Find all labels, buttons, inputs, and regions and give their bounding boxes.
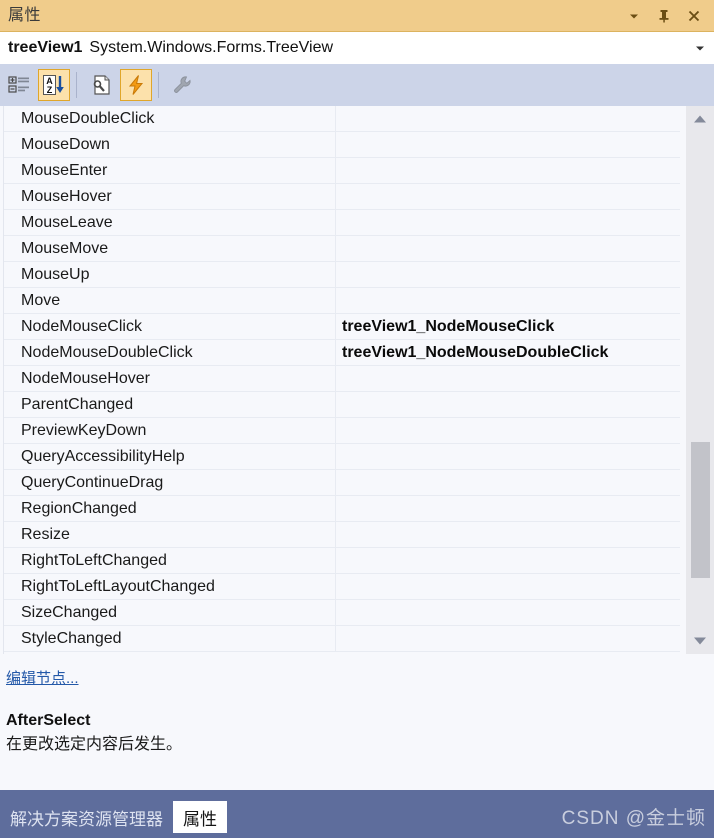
table-row[interactable]: QueryAccessibilityHelp bbox=[4, 444, 680, 470]
event-name-cell[interactable]: QueryAccessibilityHelp bbox=[4, 448, 335, 466]
event-name-cell[interactable]: MouseMove bbox=[4, 240, 335, 258]
properties-panel: 属性 treeView1 System.Windows.Forms.TreeVi… bbox=[0, 0, 714, 838]
event-handler-cell[interactable] bbox=[335, 132, 680, 157]
table-row[interactable]: RightToLeftLayoutChanged bbox=[4, 574, 680, 600]
event-handler-cell[interactable] bbox=[335, 522, 680, 547]
table-row[interactable]: MouseUp bbox=[4, 262, 680, 288]
close-icon[interactable] bbox=[680, 3, 708, 29]
svg-text:Z: Z bbox=[47, 85, 53, 95]
watermark: CSDN @金士顿 bbox=[561, 808, 706, 829]
event-handler-cell[interactable] bbox=[335, 470, 680, 495]
event-name-cell[interactable]: PreviewKeyDown bbox=[4, 422, 335, 440]
event-name-cell[interactable]: MouseDown bbox=[4, 136, 335, 154]
table-row[interactable]: NodeMouseHover bbox=[4, 366, 680, 392]
event-name-cell[interactable]: Resize bbox=[4, 526, 335, 544]
event-name-cell[interactable]: StyleChanged bbox=[4, 630, 335, 648]
event-handler-cell[interactable] bbox=[335, 236, 680, 261]
event-name-cell[interactable]: MouseHover bbox=[4, 188, 335, 206]
table-row[interactable]: MouseLeave bbox=[4, 210, 680, 236]
event-handler-cell[interactable] bbox=[335, 392, 680, 417]
description-body: 在更改选定内容后发生。 bbox=[6, 736, 183, 753]
object-type: System.Windows.Forms.TreeView bbox=[89, 38, 334, 56]
table-row[interactable]: PreviewKeyDown bbox=[4, 418, 680, 444]
categorized-icon[interactable] bbox=[3, 69, 35, 101]
event-handler-cell[interactable]: treeView1_NodeMouseDoubleClick bbox=[335, 340, 680, 365]
edit-nodes-link[interactable]: 编辑节点... bbox=[6, 667, 79, 688]
event-name-cell[interactable]: MouseUp bbox=[4, 266, 335, 284]
event-handler-cell[interactable] bbox=[335, 288, 680, 313]
event-name-cell[interactable]: RightToLeftChanged bbox=[4, 552, 335, 570]
wrench-icon[interactable] bbox=[167, 69, 199, 101]
event-name-cell[interactable]: NodeMouseClick bbox=[4, 318, 335, 336]
event-name-cell[interactable]: MouseDoubleClick bbox=[4, 110, 335, 128]
events-lightning-icon[interactable] bbox=[120, 69, 152, 101]
event-name-cell[interactable]: SizeChanged bbox=[4, 604, 335, 622]
event-handler-cell[interactable] bbox=[335, 210, 680, 235]
event-handler-cell[interactable] bbox=[335, 158, 680, 183]
event-handler-cell[interactable] bbox=[335, 366, 680, 391]
pin-icon[interactable] bbox=[650, 3, 678, 29]
event-handler-cell[interactable] bbox=[335, 262, 680, 287]
table-row[interactable]: Move bbox=[4, 288, 680, 314]
event-handler-cell[interactable] bbox=[335, 184, 680, 209]
object-name: treeView1 bbox=[8, 38, 83, 56]
toolbar-separator bbox=[76, 72, 77, 98]
table-row[interactable]: MouseEnter bbox=[4, 158, 680, 184]
triangle-down-icon[interactable] bbox=[686, 630, 714, 652]
dock-tab-bar: 解决方案资源管理器 属性 CSDN @金士顿 bbox=[0, 790, 714, 838]
description-title: AfterSelect bbox=[6, 712, 91, 729]
table-row[interactable]: StyleChanged bbox=[4, 626, 680, 652]
object-selector[interactable]: treeView1 System.Windows.Forms.TreeView bbox=[0, 32, 714, 64]
chevron-down-icon[interactable] bbox=[620, 3, 648, 29]
event-handler-cell[interactable] bbox=[335, 418, 680, 443]
events-grid: MouseDoubleClick MouseDown MouseEnter Mouse… bbox=[0, 106, 714, 654]
properties-toolbar: A Z bbox=[0, 64, 714, 106]
triangle-up-icon[interactable] bbox=[686, 108, 714, 130]
window-controls bbox=[620, 3, 714, 29]
event-name-cell[interactable]: Move bbox=[4, 292, 335, 310]
table-row[interactable]: MouseDown bbox=[4, 132, 680, 158]
table-row[interactable]: Resize bbox=[4, 522, 680, 548]
event-handler-cell[interactable] bbox=[335, 106, 680, 131]
event-name-cell[interactable]: NodeMouseHover bbox=[4, 370, 335, 388]
event-name-cell[interactable]: RightToLeftLayoutChanged bbox=[4, 578, 335, 596]
designer-actions-panel: 编辑节点... bbox=[0, 654, 714, 704]
event-name-cell[interactable]: ParentChanged bbox=[4, 396, 335, 414]
event-name-cell[interactable]: NodeMouseDoubleClick bbox=[4, 344, 335, 362]
table-row[interactable]: NodeMouseClick treeView1_NodeMouseClick bbox=[4, 314, 680, 340]
table-row[interactable]: RegionChanged bbox=[4, 496, 680, 522]
event-handler-cell[interactable]: treeView1_NodeMouseClick bbox=[335, 314, 680, 339]
table-row[interactable]: RightToLeftChanged bbox=[4, 548, 680, 574]
properties-page-icon[interactable] bbox=[85, 69, 117, 101]
table-row[interactable]: ParentChanged bbox=[4, 392, 680, 418]
window-title: 属性 bbox=[8, 6, 42, 24]
sort-az-icon[interactable]: A Z bbox=[38, 69, 70, 101]
event-handler-cell[interactable] bbox=[335, 444, 680, 469]
tab-properties[interactable]: 属性 bbox=[173, 801, 227, 833]
event-name-cell[interactable]: MouseLeave bbox=[4, 214, 335, 232]
grid-scrollbar[interactable] bbox=[686, 106, 714, 654]
table-row[interactable]: MouseMove bbox=[4, 236, 680, 262]
event-handler-cell[interactable] bbox=[335, 496, 680, 521]
event-handler-cell[interactable] bbox=[335, 548, 680, 573]
toolbar-separator-2 bbox=[158, 72, 159, 98]
window-titlebar: 属性 bbox=[0, 0, 714, 32]
table-row[interactable]: MouseHover bbox=[4, 184, 680, 210]
object-selector-chevron-down-icon[interactable] bbox=[694, 42, 706, 54]
table-row[interactable]: MouseDoubleClick bbox=[4, 106, 680, 132]
event-handler-cell[interactable] bbox=[335, 600, 680, 625]
table-row[interactable]: QueryContinueDrag bbox=[4, 470, 680, 496]
grid-row-container: MouseDoubleClick MouseDown MouseEnter Mouse… bbox=[4, 106, 680, 652]
scrollbar-thumb[interactable] bbox=[691, 442, 710, 578]
event-handler-cell[interactable] bbox=[335, 574, 680, 599]
event-name-cell[interactable]: QueryContinueDrag bbox=[4, 474, 335, 492]
tab-solution-explorer[interactable]: 解决方案资源管理器 bbox=[0, 801, 173, 833]
event-name-cell[interactable]: MouseEnter bbox=[4, 162, 335, 180]
table-row[interactable]: SizeChanged bbox=[4, 600, 680, 626]
event-handler-cell[interactable] bbox=[335, 626, 680, 651]
table-row[interactable]: NodeMouseDoubleClick treeView1_NodeMouseD… bbox=[4, 340, 680, 366]
event-name-cell[interactable]: RegionChanged bbox=[4, 500, 335, 518]
description-panel: AfterSelect 在更改选定内容后发生。 bbox=[0, 704, 714, 790]
